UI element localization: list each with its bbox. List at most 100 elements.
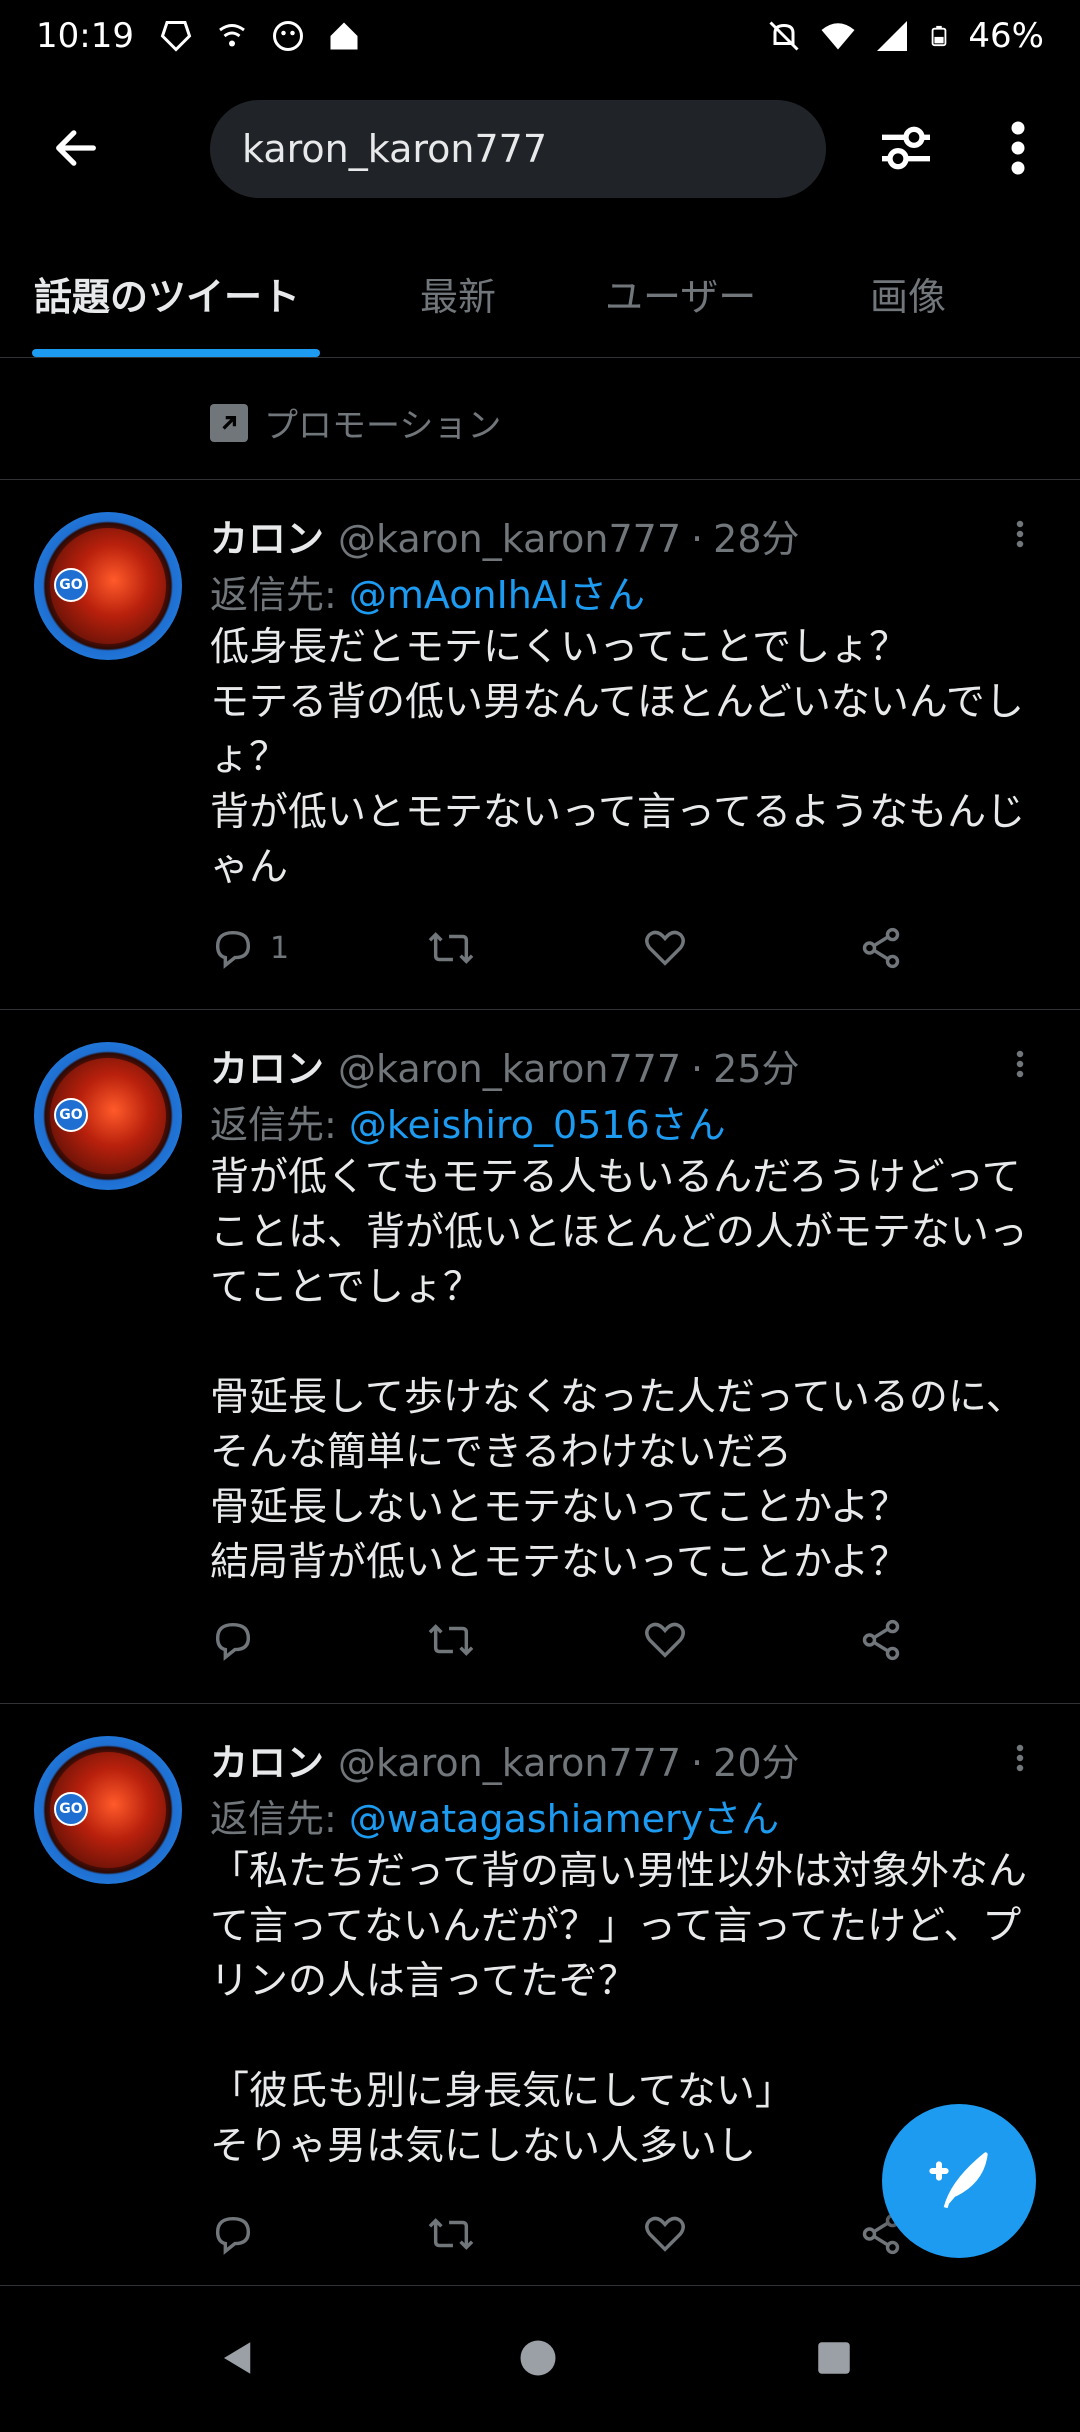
heart-icon [645, 1622, 685, 1658]
avatar[interactable]: GO [34, 512, 182, 660]
tweet-actions: 1 [210, 918, 930, 978]
author-handle: @karon_karon777 [338, 517, 682, 561]
more-vertical-icon [1016, 520, 1024, 548]
reply-context: 返信先: @watagashiameryさん [210, 1788, 1040, 1842]
tweet-time: 25分 [713, 1047, 800, 1091]
tweet-header: カロン @karon_karon777 · 25分 [210, 1038, 1040, 1091]
more-vertical-icon [1011, 121, 1025, 175]
overflow-menu-button[interactable] [990, 112, 1046, 184]
tab-top[interactable]: 話題のツイート [34, 228, 300, 358]
author-name[interactable]: カロン [210, 1038, 324, 1093]
wifi-call-icon [219, 24, 245, 47]
more-vertical-icon [1016, 1050, 1024, 1078]
author-handle: @karon_karon777 [338, 1741, 682, 1785]
status-bar: 10:19 46% [0, 0, 1080, 72]
avatar[interactable]: GO [34, 1736, 182, 1884]
heart-icon [645, 930, 685, 966]
share-button[interactable] [858, 1610, 904, 1670]
circle-home-icon [520, 2340, 556, 2376]
tweet-more-button[interactable] [1000, 1738, 1040, 1778]
wifi-icon [821, 23, 855, 50]
reply-mention[interactable]: @watagashiameryさん [349, 1797, 779, 1841]
tab-active-indicator [32, 349, 320, 357]
back-button[interactable] [40, 112, 112, 184]
retweet-button[interactable] [426, 918, 476, 978]
reply-icon [215, 1622, 251, 1661]
avatar[interactable]: GO [34, 1042, 182, 1190]
tab-label: ユーザー [605, 274, 757, 319]
nav-home-button[interactable] [506, 2326, 570, 2390]
author-name[interactable]: カロン [210, 1732, 324, 1787]
reply-prefix: 返信先: [210, 1797, 349, 1841]
tweet-more-button[interactable] [1000, 1044, 1040, 1084]
retweet-icon [428, 1624, 474, 1656]
reply-button[interactable] [210, 1610, 270, 1670]
author-name[interactable]: カロン [210, 508, 324, 563]
search-input[interactable]: karon_karon777 [210, 100, 826, 198]
sliders-icon [882, 126, 930, 170]
system-nav-bar [0, 2286, 1080, 2432]
author-handle: @karon_karon777 [338, 1047, 682, 1091]
search-tabs: 話題のツイート 最新 ユーザー 画像 [0, 228, 1080, 358]
share-button[interactable] [858, 918, 904, 978]
app-icon [160, 21, 192, 52]
like-button[interactable] [642, 1610, 688, 1670]
promoted-label-row: プロモーション [210, 398, 501, 447]
mute-icon [769, 21, 799, 51]
nav-recents-button[interactable] [802, 2326, 866, 2390]
compose-tweet-button[interactable] [882, 2104, 1036, 2258]
reply-prefix: 返信先: [210, 573, 349, 617]
search-filter-button[interactable] [870, 112, 942, 184]
tweet-header: カロン @karon_karon777 · 20分 [210, 1732, 1040, 1785]
retweet-button[interactable] [426, 2204, 476, 2264]
compose-feather-icon [929, 2152, 988, 2209]
face-icon [272, 21, 303, 51]
reply-mention[interactable]: @keishiro_0516さん [349, 1103, 726, 1147]
tab-images[interactable]: 画像 [870, 228, 946, 358]
reply-prefix: 返信先: [210, 1103, 349, 1147]
tweet-more-button[interactable] [1000, 514, 1040, 554]
promoted-tweet-tail: プロモーション [0, 358, 1080, 480]
retweet-button[interactable] [426, 1610, 476, 1670]
search-query: karon_karon777 [242, 127, 548, 171]
tweet-actions [210, 2204, 930, 2264]
arrow-left-icon [56, 130, 96, 166]
reply-mention[interactable]: @mAonIhAIさん [349, 573, 645, 617]
status-time: 10:19 [36, 16, 134, 56]
battery-icon [932, 25, 947, 47]
promoted-label: プロモーション [264, 406, 502, 446]
tweet-text: 背が低くてもモテる人もいるんだろうけどってことは、背が低いとほとんどの人がモテな… [210, 1155, 1028, 1585]
signal-icon [877, 21, 908, 51]
reply-context: 返信先: @keishiro_0516さん [210, 1094, 1040, 1148]
reply-context: 返信先: @mAonIhAIさん [210, 564, 1040, 618]
tab-label: 最新 [420, 274, 497, 319]
heart-icon [645, 2216, 685, 2252]
reply-button[interactable] [210, 2204, 270, 2264]
tab-label: 話題のツイート [34, 274, 301, 319]
tweet-actions [210, 1610, 930, 1670]
search-header: karon_karon777 [0, 72, 1080, 228]
reply-icon [215, 2216, 251, 2255]
reply-count: 1 [270, 930, 290, 966]
retweet-icon [428, 932, 474, 964]
nav-back-button[interactable] [206, 2326, 270, 2390]
retweet-icon [428, 2218, 474, 2250]
tab-users[interactable]: ユーザー [605, 228, 756, 358]
like-button[interactable] [642, 918, 688, 978]
tweet[interactable]: GO カロン @karon_karon777 · 28分 返信先: @mAonI… [0, 480, 1080, 1010]
tweet-header: カロン @karon_karon777 · 28分 [210, 508, 1040, 561]
tab-label: 画像 [870, 274, 947, 319]
reply-icon [215, 930, 251, 969]
battery-percent: 46% [968, 16, 1044, 56]
tab-latest[interactable]: 最新 [420, 228, 496, 358]
like-button[interactable] [642, 2204, 688, 2264]
more-vertical-icon [1016, 1744, 1024, 1772]
share-icon [862, 927, 900, 969]
tweet[interactable]: GO カロン @karon_karon777 · 25分 返信先: @keish… [0, 1010, 1080, 1704]
tweet-time: 20分 [713, 1741, 800, 1785]
square-recents-icon [818, 2342, 850, 2374]
share-icon [862, 1619, 900, 1661]
reply-button[interactable]: 1 [210, 918, 289, 978]
triangle-back-icon [224, 2342, 251, 2374]
home-icon [330, 22, 358, 50]
